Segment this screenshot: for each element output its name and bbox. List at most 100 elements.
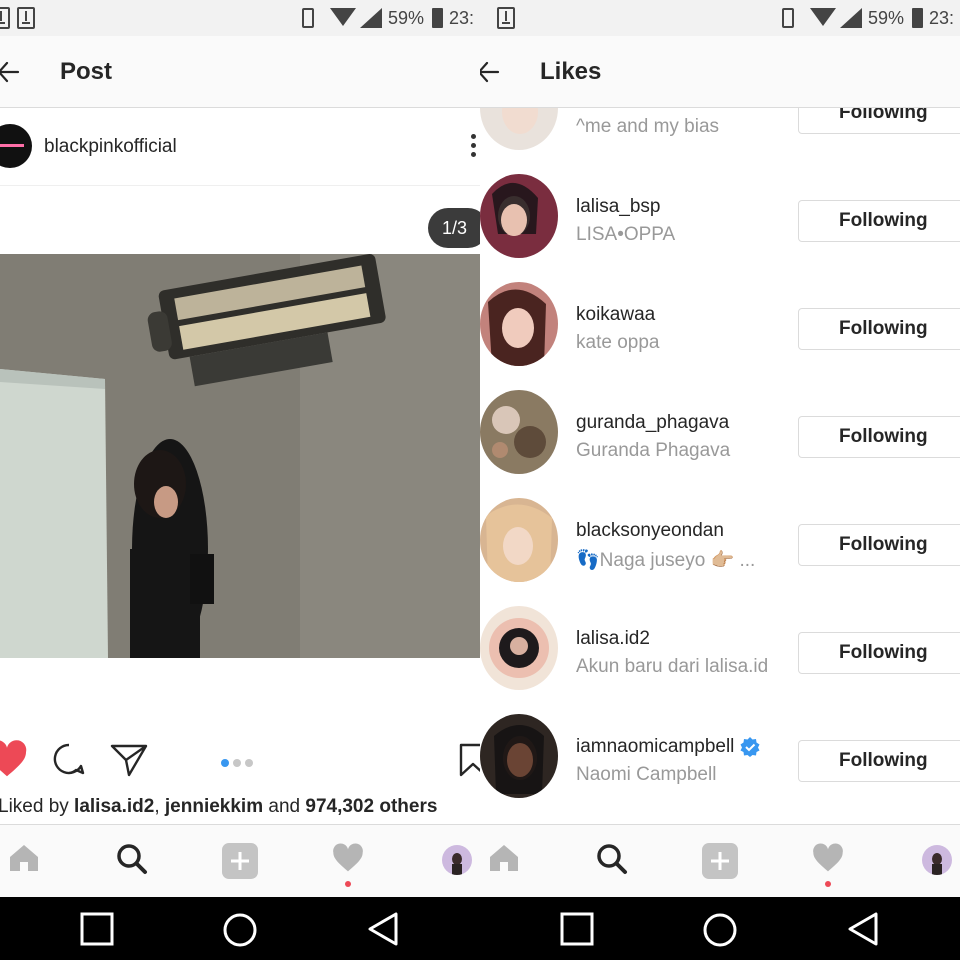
full-name: Akun baru dari lalisa.id bbox=[576, 656, 769, 677]
activity-heart-icon[interactable] bbox=[812, 843, 844, 873]
list-item[interactable]: lalisa.id2 Akun baru dari lalisa.id Foll… bbox=[480, 606, 960, 714]
user-avatar[interactable] bbox=[480, 498, 558, 582]
liked-by-text: Liked by lalisa.id2, jenniekkim and 974,… bbox=[0, 796, 437, 818]
list-item[interactable]: iamnaomicampbell Naomi Campbell Followin… bbox=[480, 714, 960, 822]
back-nav-icon[interactable] bbox=[366, 912, 400, 946]
signal-icon bbox=[360, 8, 382, 28]
heart-icon[interactable] bbox=[0, 740, 28, 778]
username[interactable]: iamnaomicampbell bbox=[576, 736, 760, 758]
full-name: ^me and my bias bbox=[576, 116, 720, 137]
likes-screen: 59% 23: Likes j ^me and my bias Followin… bbox=[480, 0, 960, 897]
search-icon[interactable] bbox=[116, 843, 148, 875]
post-actions bbox=[0, 740, 480, 780]
post-author-row: blackpinkofficial bbox=[0, 108, 480, 186]
following-button[interactable]: Following bbox=[798, 524, 960, 566]
full-name: kate oppa bbox=[576, 332, 660, 353]
page-title: Post bbox=[60, 58, 113, 85]
wifi-icon bbox=[330, 8, 356, 26]
liked-by-user[interactable]: lalisa.id2 bbox=[74, 796, 154, 817]
user-avatar[interactable] bbox=[480, 390, 558, 474]
back-arrow-icon[interactable] bbox=[480, 60, 500, 84]
username[interactable]: koikawaa bbox=[576, 304, 655, 326]
list-item[interactable]: j ^me and my bias Following bbox=[480, 108, 960, 174]
username-text[interactable]: iamnaomicampbell bbox=[576, 736, 734, 757]
liked-by-prefix: Liked by bbox=[0, 796, 75, 817]
author-username[interactable]: blackpinkofficial bbox=[44, 136, 177, 158]
user-avatar[interactable] bbox=[480, 174, 558, 258]
profile-avatar[interactable] bbox=[442, 845, 472, 875]
add-post-icon[interactable] bbox=[702, 843, 738, 879]
battery-percent: 59% bbox=[868, 8, 905, 28]
home-nav-icon[interactable] bbox=[222, 912, 258, 948]
carousel-indicator bbox=[221, 754, 257, 772]
user-avatar[interactable] bbox=[480, 714, 558, 798]
home-nav-icon[interactable] bbox=[702, 912, 738, 948]
carousel-counter: 1/3 bbox=[428, 208, 480, 248]
username[interactable]: guranda_phagava bbox=[576, 412, 729, 434]
share-icon[interactable] bbox=[110, 742, 148, 778]
list-item[interactable]: guranda_phagava Guranda Phagava Followin… bbox=[480, 390, 960, 498]
battery-percent: 59% bbox=[388, 8, 425, 28]
battery-icon bbox=[912, 8, 923, 28]
clock: 23: bbox=[449, 8, 475, 28]
more-options-icon[interactable] bbox=[470, 134, 478, 160]
download-icon bbox=[17, 7, 35, 29]
clock: 23: bbox=[929, 8, 955, 28]
list-item[interactable]: blacksonyeondan 👣Naga juseyo 👉🏼 ... Foll… bbox=[480, 498, 960, 606]
add-post-icon[interactable] bbox=[222, 843, 258, 879]
user-avatar[interactable] bbox=[480, 282, 558, 366]
username[interactable]: lalisa.id2 bbox=[576, 628, 650, 650]
author-avatar[interactable] bbox=[0, 124, 32, 168]
following-button[interactable]: Following bbox=[798, 740, 960, 782]
search-icon[interactable] bbox=[596, 843, 628, 875]
wifi-icon bbox=[810, 8, 836, 26]
comment-icon[interactable] bbox=[52, 742, 86, 776]
username[interactable]: lalisa_bsp bbox=[576, 196, 661, 218]
page-title: Likes bbox=[540, 58, 602, 85]
back-arrow-icon[interactable] bbox=[0, 60, 20, 84]
following-button[interactable]: Following bbox=[798, 308, 960, 350]
liked-by-user[interactable]: jenniekkim bbox=[165, 796, 263, 817]
list-item[interactable]: lalisa_bsp LISA•OPPA Following bbox=[480, 174, 960, 282]
bottom-tab-bar bbox=[0, 824, 480, 897]
full-name: Guranda Phagava bbox=[576, 440, 731, 461]
vibrate-icon bbox=[782, 8, 794, 28]
post-screen: 59% 23: Post blackpinkofficial 1/3 Liked… bbox=[0, 0, 480, 897]
status-bar: 59% 23: bbox=[0, 0, 480, 36]
likes-list[interactable]: j ^me and my bias Following lalisa_bsp L… bbox=[480, 108, 960, 824]
liked-by-others-count[interactable]: 974,302 others bbox=[305, 796, 437, 817]
download-icon bbox=[497, 7, 515, 29]
username[interactable]: blacksonyeondan bbox=[576, 520, 724, 542]
post-image[interactable] bbox=[0, 254, 480, 658]
vibrate-icon bbox=[302, 8, 314, 28]
liked-by-separator: , bbox=[154, 796, 165, 817]
activity-heart-icon[interactable] bbox=[332, 843, 364, 873]
user-avatar[interactable] bbox=[480, 108, 558, 150]
full-name: LISA•OPPA bbox=[576, 224, 676, 245]
following-button[interactable]: Following bbox=[798, 200, 960, 242]
recents-icon[interactable] bbox=[80, 912, 114, 946]
user-avatar[interactable] bbox=[480, 606, 558, 690]
bookmark-icon[interactable] bbox=[458, 742, 480, 778]
home-icon[interactable] bbox=[488, 843, 520, 873]
bottom-tab-bar bbox=[480, 824, 960, 897]
username[interactable]: j bbox=[576, 108, 580, 110]
battery-icon bbox=[432, 8, 443, 28]
status-bar: 59% 23: bbox=[480, 0, 960, 36]
full-name: 👣Naga juseyo 👉🏼 ... bbox=[576, 550, 756, 571]
list-item[interactable]: koikawaa kate oppa Following bbox=[480, 282, 960, 390]
profile-avatar[interactable] bbox=[922, 845, 952, 875]
notification-dot bbox=[345, 881, 351, 887]
following-button[interactable]: Following bbox=[798, 108, 960, 134]
download-icon bbox=[0, 7, 10, 29]
back-nav-icon[interactable] bbox=[846, 912, 880, 946]
likes-header: Likes bbox=[480, 36, 960, 108]
post-header: Post bbox=[0, 36, 480, 108]
following-button[interactable]: Following bbox=[798, 416, 960, 458]
home-icon[interactable] bbox=[8, 843, 40, 873]
verified-badge-icon bbox=[740, 736, 760, 757]
following-button[interactable]: Following bbox=[798, 632, 960, 674]
signal-icon bbox=[840, 8, 862, 28]
recents-icon[interactable] bbox=[560, 912, 594, 946]
system-nav-bar bbox=[0, 897, 960, 960]
